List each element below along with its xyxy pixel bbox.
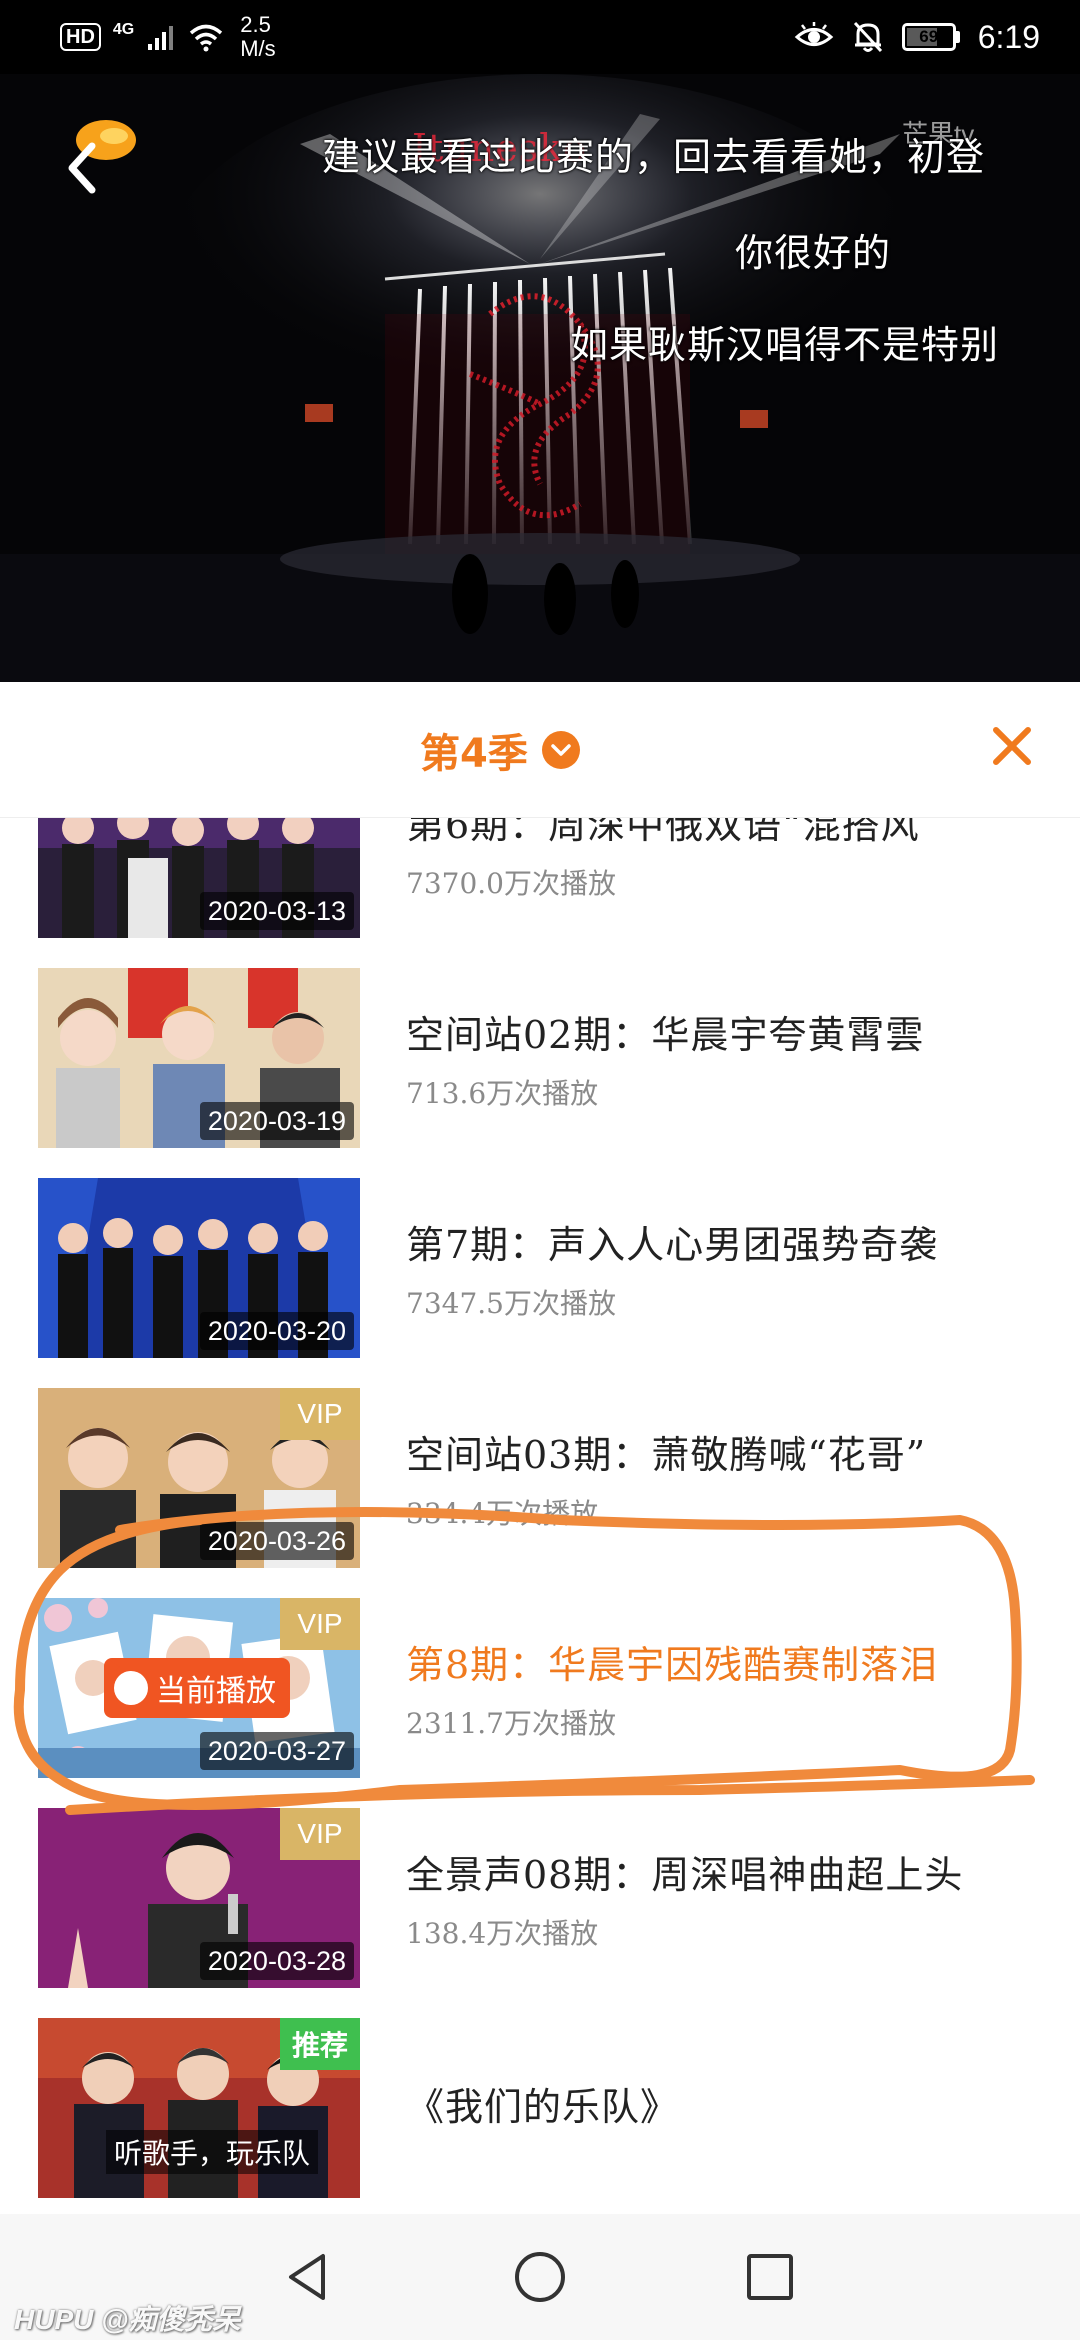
episode-date: 2020-03-19 (199, 1102, 354, 1140)
episode-views: 713.6万次播放 (406, 1077, 599, 1110)
subtitle-line-2: 你很好的 (735, 231, 892, 275)
episode-title: 第7期：声入人心男团强势奇袭 (406, 1223, 939, 1267)
thumbnail-caption: 听歌手，玩乐队 (106, 2130, 319, 2174)
episode-date: 2020-03-27 (199, 1732, 354, 1770)
wifi-icon (190, 24, 223, 52)
hupu-watermark: HUPU @痴傻秃呆 (14, 2304, 241, 2335)
list-item[interactable]: 2020-03-19 空间站02期：华晨宇夸黄霄雲 713.6万次播放 (0, 968, 1080, 1148)
battery-indicator: 69 (901, 23, 960, 51)
now-playing-label: 当前播放 (156, 1674, 276, 1709)
speed-unit: M/s (240, 36, 276, 61)
list-item-current[interactable]: VIP 当前播放 2020-03-27 第8期：华晨宇因残酷赛制落泪 2311.… (0, 1598, 1080, 1778)
subtitle-line-3: 如果耿斯汉唱得不是特别 (570, 323, 1000, 367)
episode-thumbnail: 2020-03-13 (38, 818, 360, 938)
episode-views: 334.4万次播放 (406, 1497, 599, 1530)
battery-level: 69 (919, 27, 939, 46)
vip-badge: VIP (280, 1598, 360, 1650)
hd-indicator: HD (60, 23, 101, 51)
list-item[interactable]: VIP 2020-03-28 全景声08期：周深唱神曲超上头 138.4万次播放 (0, 1808, 1080, 1988)
network-speed: 2.5 M/s (240, 13, 275, 61)
list-item-recommended[interactable]: 推荐 听歌手，玩乐队 《我们的乐队》 (0, 2018, 1080, 2198)
nav-back-icon[interactable] (275, 2242, 345, 2312)
episode-title: 第8期：华晨宇因残酷赛制落泪 (406, 1643, 939, 1687)
episode-views: 138.4万次播放 (406, 1917, 599, 1950)
episode-thumbnail: VIP 2020-03-28 (38, 1808, 360, 1988)
show-title: 《我们的乐队》 (406, 2085, 680, 2129)
app-root: HD 4G 2.5 M/s 69 6:19 Itunesko 芒果tv 建议最看… (0, 0, 1080, 2340)
episode-views: 7347.5万次播放 (406, 1287, 616, 1320)
list-item[interactable]: 2020-03-13 第6期：周深中俄双语“混搭风 7370.0万次播放 (0, 818, 1080, 938)
episode-thumbnail: 2020-03-19 (38, 968, 360, 1148)
vip-badge: VIP (280, 1388, 360, 1440)
list-item[interactable]: VIP 2020-03-26 空间站03期：萧敬腾喊“花哥” 334.4万次播放 (0, 1388, 1080, 1568)
episode-thumbnail: 推荐 听歌手，玩乐队 (38, 2018, 360, 2198)
status-right: 69 6:19 (794, 12, 1040, 62)
season-label: 第4季 (420, 731, 528, 777)
nav-recents-icon[interactable] (735, 2242, 805, 2312)
eye-comfort-icon (794, 22, 833, 46)
episode-views: 2311.7万次播放 (406, 1707, 616, 1740)
episode-title: 空间站03期：萧敬腾喊“花哥” (406, 1433, 927, 1477)
back-button[interactable] (54, 114, 154, 214)
recommend-badge: 推荐 (280, 2018, 360, 2070)
episode-date: 2020-03-26 (199, 1522, 354, 1560)
nav-home-icon[interactable] (505, 2242, 575, 2312)
episode-date: 2020-03-28 (199, 1942, 354, 1980)
chevron-down-icon (541, 731, 580, 769)
episode-date: 2020-03-13 (199, 892, 354, 930)
episode-title: 全景声08期：周深唱神曲超上头 (406, 1853, 964, 1897)
signal-icon (148, 26, 174, 50)
status-bar: HD 4G 2.5 M/s 69 6:19 (0, 0, 1080, 74)
network-type: 4G (112, 21, 135, 38)
episode-views: 7370.0万次播放 (406, 867, 616, 900)
list-item[interactable]: 2020-03-20 第7期：声入人心男团强势奇袭 7347.5万次播放 (0, 1178, 1080, 1358)
vip-badge: VIP (280, 1808, 360, 1860)
close-icon[interactable] (986, 720, 1038, 772)
subtitle-line-1: 建议最看过比赛的，回去看看她，初登 (322, 135, 986, 179)
status-left: HD 4G 2.5 M/s (60, 13, 276, 61)
episode-thumbnail: 2020-03-20 (38, 1178, 360, 1358)
play-icon (109, 1660, 148, 1705)
episode-list[interactable]: 2020-03-13 第6期：周深中俄双语“混搭风 7370.0万次播放 202… (0, 818, 1080, 2218)
video-player[interactable]: Itunesko 芒果tv 建议最看过比赛的，回去看看她，初登 你很好的 如果耿… (0, 74, 1080, 682)
clock: 6:19 (977, 18, 1040, 55)
episode-date: 2020-03-20 (199, 1312, 354, 1350)
season-selector[interactable]: 第4季 (420, 722, 580, 778)
episode-title: 第6期：周深中俄双语“混搭风 (406, 818, 920, 847)
now-playing-badge: 当前播放 (104, 1658, 290, 1718)
episode-title: 空间站02期：华晨宇夸黄霄雲 (406, 1013, 925, 1057)
episode-thumbnail: VIP 当前播放 2020-03-27 (38, 1598, 360, 1778)
mute-bell-icon (853, 21, 882, 53)
speed-value: 2.5 (240, 12, 271, 37)
season-header: 第4季 (0, 682, 1080, 818)
chevron-left-icon (68, 142, 96, 194)
episode-thumbnail: VIP 2020-03-26 (38, 1388, 360, 1568)
